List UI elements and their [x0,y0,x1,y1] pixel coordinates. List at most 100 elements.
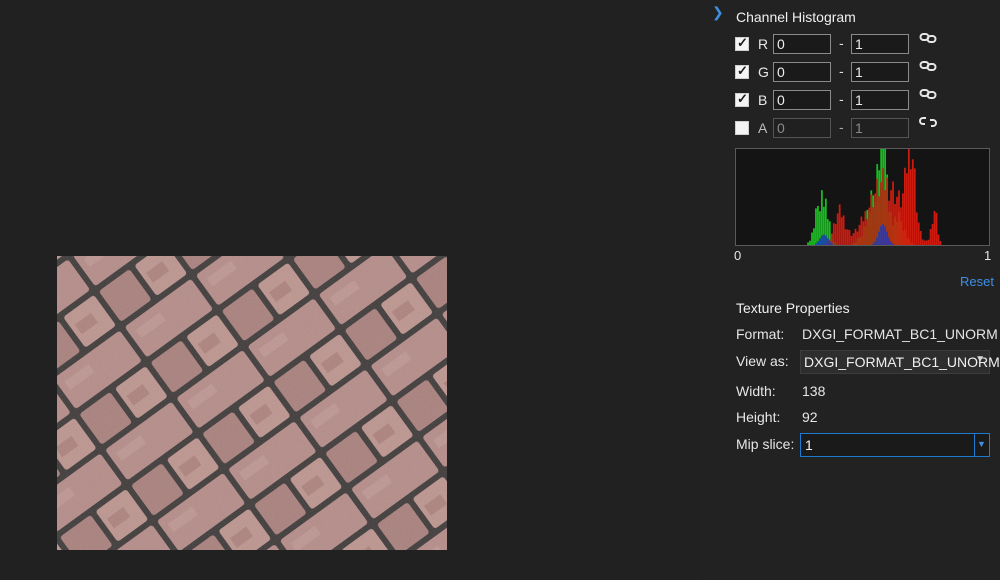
histogram-bar [900,207,902,245]
histogram-bar [866,219,869,245]
histogram-bar [820,235,823,245]
histogram-bar [911,159,914,245]
unlink-icon[interactable] [919,115,937,129]
link-icon[interactable] [919,87,937,101]
histogram-bar [921,239,924,245]
channel-g-label: G [758,64,769,80]
channel-r-min-input[interactable]: 0 [773,34,831,54]
chevron-right-icon[interactable]: ❯ [712,4,724,21]
histogram-bar [844,229,847,245]
histogram-bar [913,168,916,245]
channel-b-max-input[interactable]: 1 [851,90,909,110]
histogram-bar [817,205,819,245]
histogram-bar [874,241,877,245]
histogram-bar [832,223,835,245]
histogram-bar [834,224,837,245]
height-label: Height: [736,409,781,425]
chevron-down-icon: ▼ [977,439,986,449]
histogram-bar [807,242,809,245]
histogram-bar [896,196,898,245]
histogram-bar [886,231,888,245]
histogram-bar [909,169,912,245]
channel-g-checkbox[interactable]: ✓ [735,63,749,79]
histogram-bar [931,223,934,245]
chevron-down-icon: ▼ [975,354,985,365]
link-icon[interactable] [919,31,937,45]
histogram-bar [862,221,865,245]
histogram-bar [902,193,904,245]
histogram-bar [880,226,883,245]
histogram-bar [876,178,879,245]
histogram-bar [884,226,887,245]
histogram-bar [925,240,928,245]
view-as-value: DXGI_FORMAT_BC1_UNORM [804,354,1000,370]
histogram-bar [935,212,938,245]
channel-r-checkbox[interactable]: ✓ [735,35,749,51]
channel-a-label: A [758,120,768,136]
channel-b-min-input[interactable]: 0 [773,90,831,110]
channel-row-b: ✓ B 0 - 1 [735,87,995,112]
histogram-bar [848,230,851,245]
range-separator: - [839,35,844,51]
histogram-axis-min: 0 [734,248,742,263]
channel-row-a: ✓ A 0 - 1 [735,115,995,140]
channel-r-label: R [758,36,769,52]
format-label: Format: [736,326,785,342]
channel-a-min-input[interactable]: 0 [773,118,831,138]
histogram-bar [858,224,861,245]
histogram-bar [937,234,940,245]
histogram-bar [888,237,890,245]
histogram-bar [854,228,857,245]
histogram-bar [870,194,873,245]
histogram-bar [864,211,867,245]
channel-b-checkbox[interactable]: ✓ [735,91,749,107]
histogram-bar [830,243,833,245]
histogram-bar [838,204,841,245]
channel-g-max-input[interactable]: 1 [851,62,909,82]
channel-row-g: ✓ G 0 - 1 [735,59,995,84]
histogram-bar [819,238,821,245]
histogram-bar [923,240,926,245]
width-value: 138 [802,383,826,399]
channel-b-label: B [758,92,768,108]
histogram-bar [876,237,879,245]
channel-a-max-input[interactable]: 1 [851,118,909,138]
histogram-bar [856,231,859,245]
texture-viewport[interactable] [0,0,700,580]
histogram-bar [850,235,853,245]
histogram-bar [919,230,922,245]
view-as-dropdown[interactable]: DXGI_FORMAT_BC1_UNORM ▼ [800,350,1000,374]
mip-slice-dropdown-button[interactable]: ▼ [974,434,989,456]
histogram-plot [735,148,990,246]
channel-g-min-input[interactable]: 0 [773,62,831,82]
histogram-bar [872,243,875,245]
histogram-bar [842,215,845,245]
histogram-axis-max: 1 [984,248,992,263]
mip-slice-label: Mip slice: [736,436,795,452]
histogram-bar [815,208,817,245]
channel-r-max-input[interactable]: 1 [851,34,909,54]
histogram-bar [813,228,815,245]
mip-slice-combobox[interactable]: 1 ▼ [800,433,990,457]
mip-slice-value: 1 [805,437,813,453]
histogram-bar [836,213,839,245]
texture-properties-title: Texture Properties [736,300,850,316]
histogram-bar [904,167,906,245]
range-separator: - [839,63,844,79]
histogram-bar [915,212,918,245]
histogram-bar [892,181,894,245]
histogram-bar [815,243,817,245]
histogram-bar [852,233,855,245]
histogram-bar [846,229,849,245]
histogram-bar [872,207,875,245]
range-separator: - [839,119,844,135]
channel-a-checkbox[interactable]: ✓ [735,121,749,135]
histogram-bar [933,210,936,245]
histogram-bar [882,224,885,245]
histogram-bar [824,235,827,245]
histogram-bar [817,241,819,245]
histogram-bar [894,204,896,245]
range-separator: - [839,91,844,107]
link-icon[interactable] [919,59,937,73]
reset-link[interactable]: Reset [960,274,994,289]
